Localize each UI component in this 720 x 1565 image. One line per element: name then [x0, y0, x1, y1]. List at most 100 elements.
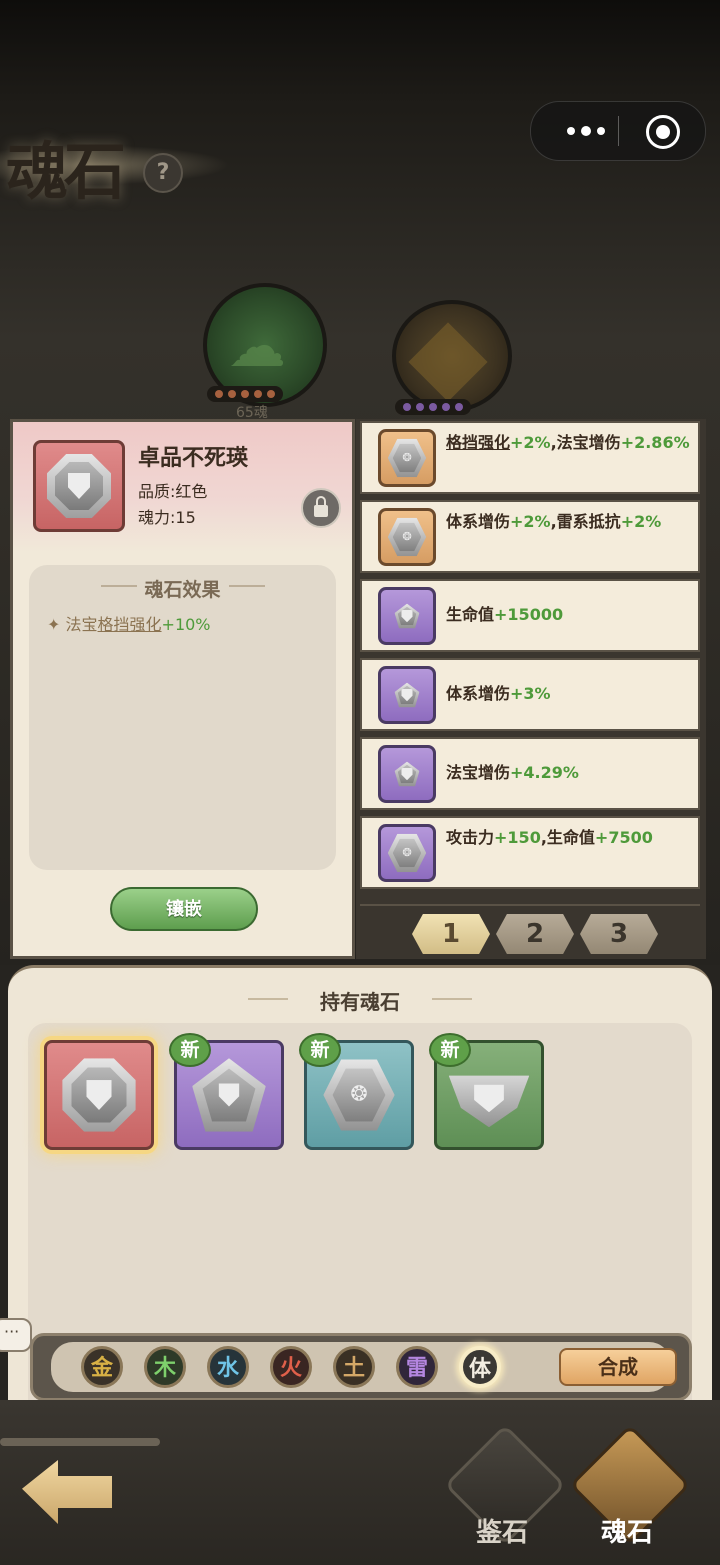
stone-attr-text: 格挡强化+2%,法宝增伤+2.86%	[446, 431, 696, 455]
capsule-divider	[618, 116, 619, 146]
close-target-icon[interactable]	[646, 115, 680, 149]
pip-dot	[267, 390, 275, 398]
element-filter-3[interactable]: 火	[270, 1346, 312, 1388]
pip-dot	[241, 390, 249, 398]
title-area: 魂石	[0, 115, 240, 208]
element-filter-2[interactable]: 水	[207, 1346, 249, 1388]
page-button-2[interactable]: 2	[496, 914, 574, 954]
element-filter-5[interactable]: 雷	[396, 1346, 438, 1388]
pip-dot	[215, 390, 223, 398]
element-filter-1[interactable]: 木	[144, 1346, 186, 1388]
miniprogram-capsule	[530, 101, 706, 161]
tab-identify-label: 鉴石	[475, 1518, 528, 1548]
stone-tile: ❂	[378, 824, 436, 882]
page-button-1[interactable]: 1	[412, 914, 490, 954]
filter-track: 合成 金木水火土雷体	[51, 1342, 677, 1392]
stone-icon: ❂	[323, 1059, 395, 1131]
pip-dot	[254, 390, 262, 398]
stone-list-item[interactable]: 生命值+15000	[360, 579, 700, 652]
effect-line: ✦ 法宝格挡强化+10%	[47, 611, 211, 635]
stone-attr-text: 体系增伤+2%,雷系抵抗+2%	[446, 510, 696, 534]
chat-icon[interactable]	[0, 1318, 32, 1352]
back-button[interactable]	[22, 1450, 114, 1535]
stone-tile	[378, 745, 436, 803]
stone-icon	[387, 596, 427, 636]
tab-identify-stone[interactable]: 鉴石	[442, 1424, 566, 1562]
inlay-button[interactable]: 镶嵌	[110, 887, 258, 931]
attr-value: +2%	[620, 512, 662, 531]
stone-detail-panel: 卓品不死瑛 品质:红色 魂力:15 魂石效果 ✦ 法宝格挡强化+10% 镶嵌	[10, 419, 355, 959]
owned-title-deco	[432, 998, 472, 1000]
attr-label: ,雷系抵抗	[550, 512, 621, 531]
stone-list-item[interactable]: ❂ 攻击力+150,生命值+7500	[360, 816, 700, 889]
pip-dot	[416, 403, 424, 411]
stone-list-item[interactable]: 法宝增伤+4.29%	[360, 737, 700, 810]
stone-icon: ❂	[376, 506, 438, 568]
attr-label: 法宝增伤	[446, 763, 511, 782]
element-filter-0[interactable]: 金	[81, 1346, 123, 1388]
owned-stone-tile[interactable]: ❂ 新	[299, 1033, 414, 1150]
stone-icon	[387, 675, 427, 715]
attr-value: +2%	[510, 512, 551, 531]
lock-icon[interactable]	[301, 488, 341, 528]
attr-label: 攻击力	[446, 828, 495, 847]
attr-value: +4.29%	[510, 763, 579, 782]
tree-icon: ☁	[228, 312, 286, 380]
effect-prefix: 法宝	[65, 615, 98, 634]
effect-title-deco	[229, 585, 265, 587]
stone-icon: ❂	[376, 822, 438, 884]
element-filter-6[interactable]: 体	[459, 1346, 501, 1388]
stone-tile	[378, 587, 436, 645]
sparkle-icon: ✦	[47, 615, 66, 634]
attr-label: 生命值	[446, 605, 495, 624]
compose-button[interactable]: 合成	[559, 1348, 677, 1386]
owned-stone-tile[interactable]: 新	[169, 1033, 284, 1150]
owned-stone-tile[interactable]: 新	[429, 1033, 544, 1150]
background-node-pips	[207, 386, 283, 402]
attr-value: +2%	[510, 433, 551, 452]
background-node-pips	[395, 399, 471, 415]
attr-label: 体系增伤	[446, 684, 511, 703]
effect-keyword[interactable]: 格挡强化	[98, 615, 162, 634]
more-icon[interactable]	[551, 102, 621, 160]
stone-list-item[interactable]: ❂ 格挡强化+2%,法宝增伤+2.86%	[360, 421, 700, 494]
pip-dot	[429, 403, 437, 411]
attr-value: +15000	[494, 605, 564, 624]
stone-attr-text: 法宝增伤+4.29%	[446, 761, 696, 785]
stone-tile: ❂	[378, 508, 436, 566]
stone-attr-text: 攻击力+150,生命值+7500	[446, 826, 696, 850]
stone-list-item[interactable]: ❂ 体系增伤+2%,雷系抵抗+2%	[360, 500, 700, 573]
stone-name: 卓品不死瑛	[138, 446, 249, 471]
element-filter-bar: 合成 金木水火土雷体	[30, 1333, 692, 1401]
stone-icon	[387, 754, 427, 794]
pip-dot	[455, 403, 463, 411]
stone-tile	[378, 666, 436, 724]
new-badge: 新	[429, 1033, 471, 1067]
stone-tile: ❂	[378, 429, 436, 487]
help-button[interactable]: ?	[143, 153, 183, 193]
attr-label: ,生命值	[540, 828, 595, 847]
stone-icon	[448, 1067, 530, 1128]
stone-list-panel: ❂ 格挡强化+2%,法宝增伤+2.86% ❂ 体系增伤+2%,雷系抵抗+2% 生命值+1…	[356, 419, 706, 959]
stone-icon	[62, 1058, 136, 1132]
effect-title: 魂石效果	[144, 579, 221, 601]
stone-list-item[interactable]: 体系增伤+3%	[360, 658, 700, 731]
pip-dot	[228, 390, 236, 398]
element-filter-4[interactable]: 土	[333, 1346, 375, 1388]
tab-soulstone-label: 魂石	[600, 1518, 653, 1548]
new-badge: 新	[299, 1033, 341, 1067]
stone-power: 魂力:15	[138, 508, 196, 527]
back-arrow-icon	[22, 1460, 112, 1524]
page-button-3[interactable]: 3	[580, 914, 658, 954]
attr-value: +7500	[594, 828, 653, 847]
page-title: 魂石	[6, 135, 126, 208]
attr-label: ,法宝增伤	[550, 433, 621, 452]
attr-value: +3%	[510, 684, 551, 703]
owned-stone-tile[interactable]	[44, 1040, 154, 1150]
tab-soulstone[interactable]: 魂石	[567, 1424, 691, 1562]
pip-dot	[442, 403, 450, 411]
effect-box: 魂石效果 ✦ 法宝格挡强化+10%	[29, 565, 336, 870]
attr-label: 格挡强化	[446, 433, 511, 452]
stone-attr-text: 生命值+15000	[446, 603, 696, 627]
bottom-rail	[0, 1438, 160, 1446]
